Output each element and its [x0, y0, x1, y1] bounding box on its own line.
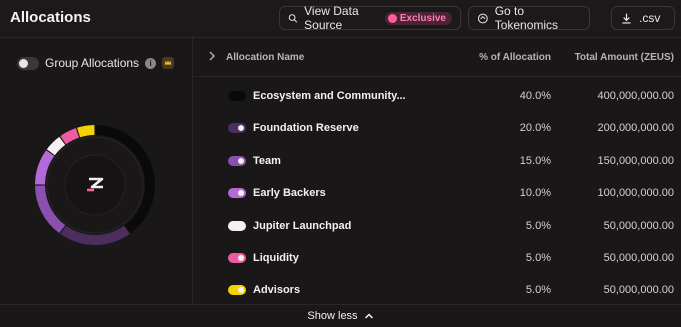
table-row[interactable]: Jupiter Launchpad 5.0% 50,000,000.00 [193, 211, 681, 243]
allocation-percent: 5.0% [525, 252, 551, 264]
group-allocations-toggle[interactable] [17, 56, 39, 70]
group-allocations-label: Group Allocations [45, 56, 140, 70]
series-color-swatch [228, 91, 246, 101]
toggle-knob [19, 58, 28, 68]
go-to-tokenomics-button[interactable]: Go to Tokenomics [468, 4, 590, 32]
table-row[interactable]: Liquidity 5.0% 50,000,000.00 [193, 243, 681, 275]
series-color-swatch [228, 220, 246, 231]
chevron-up-icon [364, 313, 373, 319]
allocation-percent: 40.0% [519, 90, 551, 102]
allocation-percent: 15.0% [519, 154, 551, 167]
allocation-amount: 50,000,000.00 [603, 219, 674, 232]
swatch-knob [230, 93, 236, 99]
chevron-right-icon[interactable] [208, 51, 216, 61]
series-color-swatch [228, 285, 246, 296]
swatch-knob [238, 125, 244, 132]
allocation-name: Early Backers [253, 187, 326, 200]
view-data-source-button[interactable]: View Data Source Exclusive [279, 4, 461, 32]
table-row[interactable]: Team 15.0% 150,000,000.00 [193, 146, 681, 178]
csv-label: .csv [639, 11, 661, 25]
donut-slice[interactable] [35, 185, 66, 234]
allocation-donut-chart [35, 125, 155, 245]
series-color-swatch [228, 123, 246, 134]
allocation-amount: 400,000,000.00 [597, 90, 674, 102]
column-header-amount[interactable]: Total Amount (ZEUS) [575, 52, 674, 63]
allocation-amount: 50,000,000.00 [603, 284, 674, 297]
exclusive-badge-label: Exclusive [399, 12, 446, 24]
info-icon[interactable]: i [145, 57, 157, 69]
allocation-amount: 100,000,000.00 [597, 187, 674, 200]
allocation-percent: 10.0% [519, 187, 551, 200]
go-to-tokenomics-label: Go to Tokenomics [494, 4, 559, 32]
show-less-button[interactable]: Show less [0, 304, 681, 327]
table-row[interactable]: Early Backers 10.0% 100,000,000.00 [193, 178, 681, 210]
donut-slice[interactable] [46, 136, 66, 156]
column-header-percent[interactable]: % of Allocation [479, 52, 551, 63]
table-header: Allocation Name % of Allocation Total Am… [193, 38, 681, 77]
table-row[interactable]: Foundation Reserve 20.0% 200,000,000.00 [193, 113, 681, 145]
donut-slice[interactable] [77, 125, 95, 138]
swatch-knob [238, 190, 244, 197]
donut-slice[interactable] [35, 150, 55, 185]
page-title: Allocations [10, 9, 91, 26]
allocation-name: Team [253, 154, 281, 167]
donut-slice[interactable] [60, 225, 130, 245]
show-less-label: Show less [307, 310, 358, 322]
series-color-swatch [228, 155, 246, 166]
search-icon [288, 13, 298, 23]
allocation-amount: 50,000,000.00 [603, 252, 674, 264]
download-icon [622, 13, 631, 24]
table-row[interactable]: Ecosystem and Community... 40.0% 400,000,0… [193, 81, 681, 113]
allocation-name: Liquidity [253, 252, 299, 264]
allocation-amount: 200,000,000.00 [597, 122, 674, 135]
exclusive-dot-icon [387, 13, 397, 23]
table-row[interactable]: Advisors 5.0% 50,000,000.00 [193, 275, 681, 307]
allocation-name: Advisors [253, 284, 301, 297]
header-bar: Allocations View Data Source Exclusive G… [0, 0, 681, 38]
donut-slice[interactable] [60, 128, 80, 145]
swatch-knob [238, 287, 244, 294]
allocation-percent: 5.0% [525, 284, 551, 297]
allocation-table: Allocation Name % of Allocation Total Am… [193, 38, 681, 304]
view-data-source-label: View Data Source [304, 4, 359, 32]
crown-icon [162, 57, 175, 69]
swatch-knob [238, 157, 244, 164]
allocation-name: Ecosystem and Community... [253, 90, 406, 102]
series-color-swatch [228, 188, 246, 199]
swatch-knob [238, 222, 244, 229]
series-color-swatch [228, 253, 246, 263]
allocation-amount: 150,000,000.00 [597, 154, 674, 167]
coin-icon [477, 13, 488, 23]
column-header-name[interactable]: Allocation Name [226, 52, 304, 63]
allocation-percent: 20.0% [519, 122, 551, 135]
exclusive-badge: Exclusive [384, 11, 452, 25]
allocation-percent: 5.0% [525, 219, 551, 232]
allocation-chart-panel: Group Allocations i [0, 38, 193, 304]
allocation-name: Foundation Reserve [253, 122, 359, 135]
group-allocations-row: Group Allocations i [17, 56, 175, 70]
swatch-knob [238, 255, 244, 261]
csv-download-button[interactable]: .csv [611, 6, 675, 30]
allocation-name: Jupiter Launchpad [253, 219, 352, 232]
